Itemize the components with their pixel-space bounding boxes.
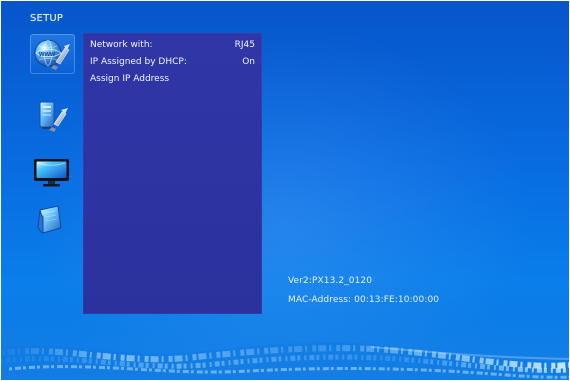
dhcp-row[interactable]: IP Assigned by DHCP: On	[90, 56, 255, 69]
setup-title: SETUP	[30, 13, 64, 24]
svg-text:www: www	[38, 51, 56, 58]
dhcp-value: On	[242, 57, 255, 67]
assign-ip-row[interactable]: Assign IP Address	[90, 73, 255, 86]
sidebar-item-network[interactable]: www	[25, 32, 79, 76]
setup-category-sidebar: www	[25, 32, 79, 246]
network-with-row[interactable]: Network with: RJ45	[90, 39, 255, 52]
dhcp-label: IP Assigned by DHCP:	[90, 57, 187, 67]
book-icon	[37, 205, 62, 234]
globe-wrench-icon: www	[34, 39, 70, 70]
decorative-wave-background	[1, 312, 569, 380]
network-settings-panel: Network with: RJ45 IP Assigned by DHCP: …	[83, 33, 262, 314]
mac-address: MAC-Address: 00:13:FE:10:00:00	[288, 295, 440, 305]
network-with-value: RJ45	[234, 40, 255, 50]
setup-screen: SETUP www Network with: RJ45 IP Assigned…	[1, 1, 569, 380]
monitor-icon	[34, 159, 69, 187]
computer-wrench-icon	[39, 101, 68, 132]
assign-ip-label: Assign IP Address	[90, 74, 170, 84]
sidebar-item-display[interactable]	[25, 151, 79, 195]
firmware-version: Ver2:PX13.2_0120	[288, 276, 373, 286]
sidebar-item-system[interactable]	[25, 94, 79, 138]
network-with-label: Network with:	[90, 40, 153, 50]
sidebar-item-about[interactable]	[25, 200, 79, 244]
wave-graphic	[1, 342, 569, 380]
